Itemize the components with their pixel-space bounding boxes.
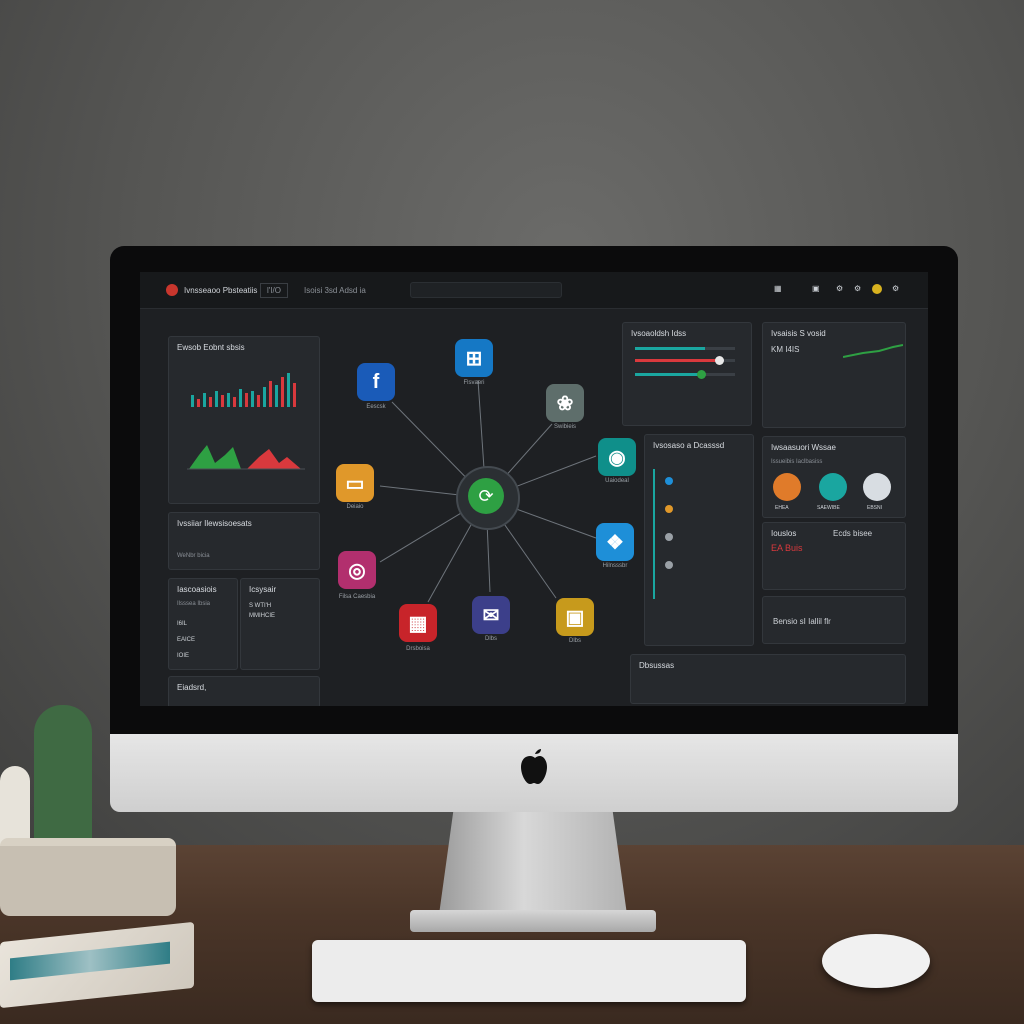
metric-c-text: Bensio sI Iallil flr <box>773 617 831 626</box>
monitor-foot <box>410 910 656 932</box>
stats-value: KM I4IS <box>771 345 800 354</box>
metric-a-title: Iouslos <box>771 529 797 538</box>
list-detail-title: Ivsosaso a Dcasssd <box>653 441 725 450</box>
avatar[interactable] <box>819 473 847 501</box>
metric-b-title: Ecds bisee <box>833 529 873 538</box>
mail-icon[interactable]: ✉ <box>472 596 510 634</box>
avatars-panel: Iwsaasuori Wssae Issueibis Iaclbasiss EH… <box>762 436 906 518</box>
facebook-icon[interactable]: f <box>357 363 395 401</box>
photos-icon[interactable]: ❀ <box>546 384 584 422</box>
photo-frame-icon[interactable]: ▣ <box>556 598 594 636</box>
avatar[interactable] <box>863 473 891 501</box>
cactus <box>34 705 92 855</box>
app-label: Hilnsssbr <box>602 563 628 569</box>
monitor-stand <box>438 812 628 922</box>
metric-panel-c: Bensio sI Iallil flr <box>762 596 906 644</box>
stats-panel: Ivsaisis S vosid KM I4IS <box>762 322 906 428</box>
calendar-icon[interactable]: ▦ <box>399 604 437 642</box>
apple-logo-icon <box>521 749 547 784</box>
list-dot-icon <box>665 533 673 541</box>
folder-icon[interactable]: ▭ <box>336 464 374 502</box>
plant-pot <box>0 846 176 916</box>
list-detail-panel: Ivsosaso a Dcasssd <box>644 434 754 646</box>
stats-panel-title: Ivsaisis S vosid <box>771 329 826 338</box>
list-dot-icon <box>665 505 673 513</box>
keyboard[interactable] <box>312 940 746 1002</box>
slider-track[interactable] <box>635 347 735 350</box>
avatar-label: EHEA <box>775 505 789 511</box>
app-label: Filsa Caesbia <box>338 594 376 600</box>
app-label: Dlbs <box>484 636 497 642</box>
sliders-panel-title: Ivsoaoldsh Idss <box>631 329 687 338</box>
sliders-panel: Ivsoaoldsh Idss <box>622 322 752 426</box>
app-label: Eescsk <box>366 404 386 410</box>
avatar[interactable] <box>773 473 801 501</box>
app-label: Uaiodeal <box>605 478 629 484</box>
slider-track[interactable] <box>635 373 735 376</box>
chat-icon[interactable]: ◉ <box>598 438 636 476</box>
bottom-panel-title: Dbsussas <box>639 661 675 670</box>
avatars-panel-title: Iwsaasuori Wssae <box>771 443 836 452</box>
dashboard-screen: Ivnsseaoo Pbsteatiis l'I/O Isoisi 3sd Ad… <box>140 272 928 706</box>
list-bar <box>653 469 655 599</box>
avatars-panel-sub: Issueibis Iaclbasiss <box>771 459 823 465</box>
grid-app-icon[interactable]: ⊞ <box>455 339 493 377</box>
app-label: Swibieis <box>553 424 576 430</box>
slider-handle[interactable] <box>715 356 724 365</box>
camera-icon[interactable]: ◎ <box>338 551 376 589</box>
messenger-icon[interactable]: ❖ <box>596 523 634 561</box>
app-label: Flsvaeri <box>463 380 485 386</box>
bottom-panel: Dbsussas <box>630 654 906 704</box>
avatar-label: SAEWIBE <box>817 505 840 511</box>
list-dot-icon <box>665 561 673 569</box>
metric-a-value: EA Buis <box>771 543 803 553</box>
list-dot-icon <box>665 477 673 485</box>
slider-handle[interactable] <box>697 370 706 379</box>
mouse[interactable] <box>822 934 930 988</box>
metric-panel-a: Iouslos EA Buis Ecds bisee <box>762 522 906 590</box>
app-label: Deiaio <box>346 504 364 510</box>
avatar-label: EBSNI <box>867 505 883 511</box>
app-label: Dlbs <box>568 638 581 644</box>
sparkline <box>843 344 903 358</box>
share-icon[interactable]: ⟳ <box>468 478 504 514</box>
app-label: Drsboisa <box>406 646 430 652</box>
